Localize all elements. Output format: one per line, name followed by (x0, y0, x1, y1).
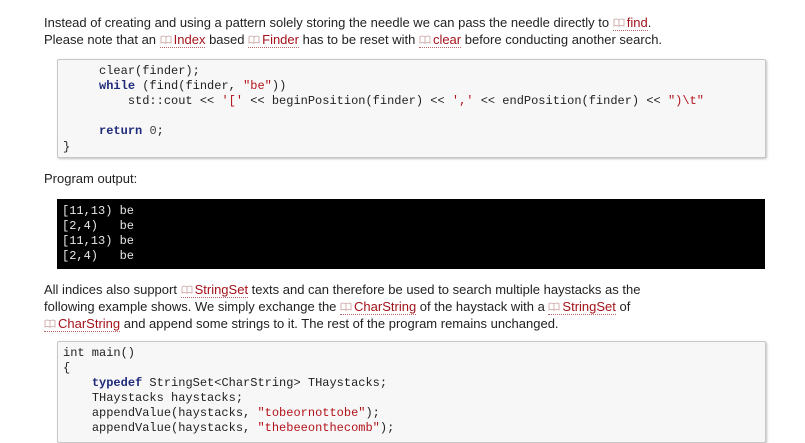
index-link[interactable]: Index (159, 32, 206, 48)
console-line: [11,13) be (62, 204, 135, 218)
code-line: typedef StringSet<CharString> THaystacks… (91, 376, 388, 390)
code-line: return 0; (99, 124, 164, 138)
book-icon (340, 302, 352, 311)
code-line: appendValue(haystacks, "thebeeonthecomb"… (91, 421, 395, 435)
paragraph-line: Please note that an Index based Finder h… (44, 32, 663, 48)
code-block-main: int main() { typedef StringSet<CharStrin… (57, 341, 766, 443)
book-icon (613, 18, 625, 27)
book-icon (160, 35, 172, 44)
book-icon (248, 35, 260, 44)
program-output-console: [11,13) be [2,4) be [11,13) be [2,4) be (57, 199, 765, 269)
finder-link[interactable]: Finder (248, 32, 299, 48)
stringset-paragraph: All indices also support StringSet texts… (44, 281, 784, 332)
book-icon (419, 35, 431, 44)
closing-brace: } (63, 140, 71, 154)
paragraph-line: All indices also support StringSet texts… (44, 282, 641, 298)
paragraph-line: Instead of creating and using a pattern … (44, 15, 652, 31)
code-line: { (63, 361, 71, 375)
console-text: [11,13) be [2,4) be [11,13) be [2,4) be (62, 204, 134, 264)
book-icon (181, 285, 193, 294)
code-listing: clear(finder); while (find(finder, "be")… (63, 64, 704, 139)
charstring-link[interactable]: CharString (340, 299, 417, 315)
paragraph-line: CharString and append some strings to it… (44, 315, 784, 332)
paragraph-line: following example shows. We simply excha… (44, 299, 631, 315)
code-line: while (find(finder, "be")) (99, 79, 287, 93)
stringset-link[interactable]: StringSet (548, 299, 616, 315)
code-block-search: clear(finder); while (find(finder, "be")… (57, 59, 766, 158)
book-icon (44, 319, 56, 328)
code-line: THaystacks haystacks; (91, 391, 244, 405)
charstring-link[interactable]: CharString (44, 316, 121, 332)
code-line: int main() (63, 346, 136, 360)
code-line: appendValue(haystacks, "tobeornottobe"); (91, 406, 380, 420)
code-line: std::cout << '[' << beginPosition(finder… (127, 94, 704, 108)
console-line: [11,13) be (62, 234, 135, 248)
clear-link[interactable]: clear (418, 32, 462, 48)
program-output-label: Program output: (44, 171, 138, 186)
intro-paragraph: Instead of creating and using a pattern … (44, 14, 784, 48)
find-link[interactable]: find (612, 15, 648, 31)
console-line: [2,4) be (62, 249, 135, 263)
console-line: [2,4) be (62, 219, 135, 233)
code-listing: int main() { typedef StringSet<CharStrin… (63, 346, 394, 436)
code-line: clear(finder); (99, 64, 200, 78)
stringset-link[interactable]: StringSet (180, 282, 249, 298)
book-icon (548, 302, 560, 311)
